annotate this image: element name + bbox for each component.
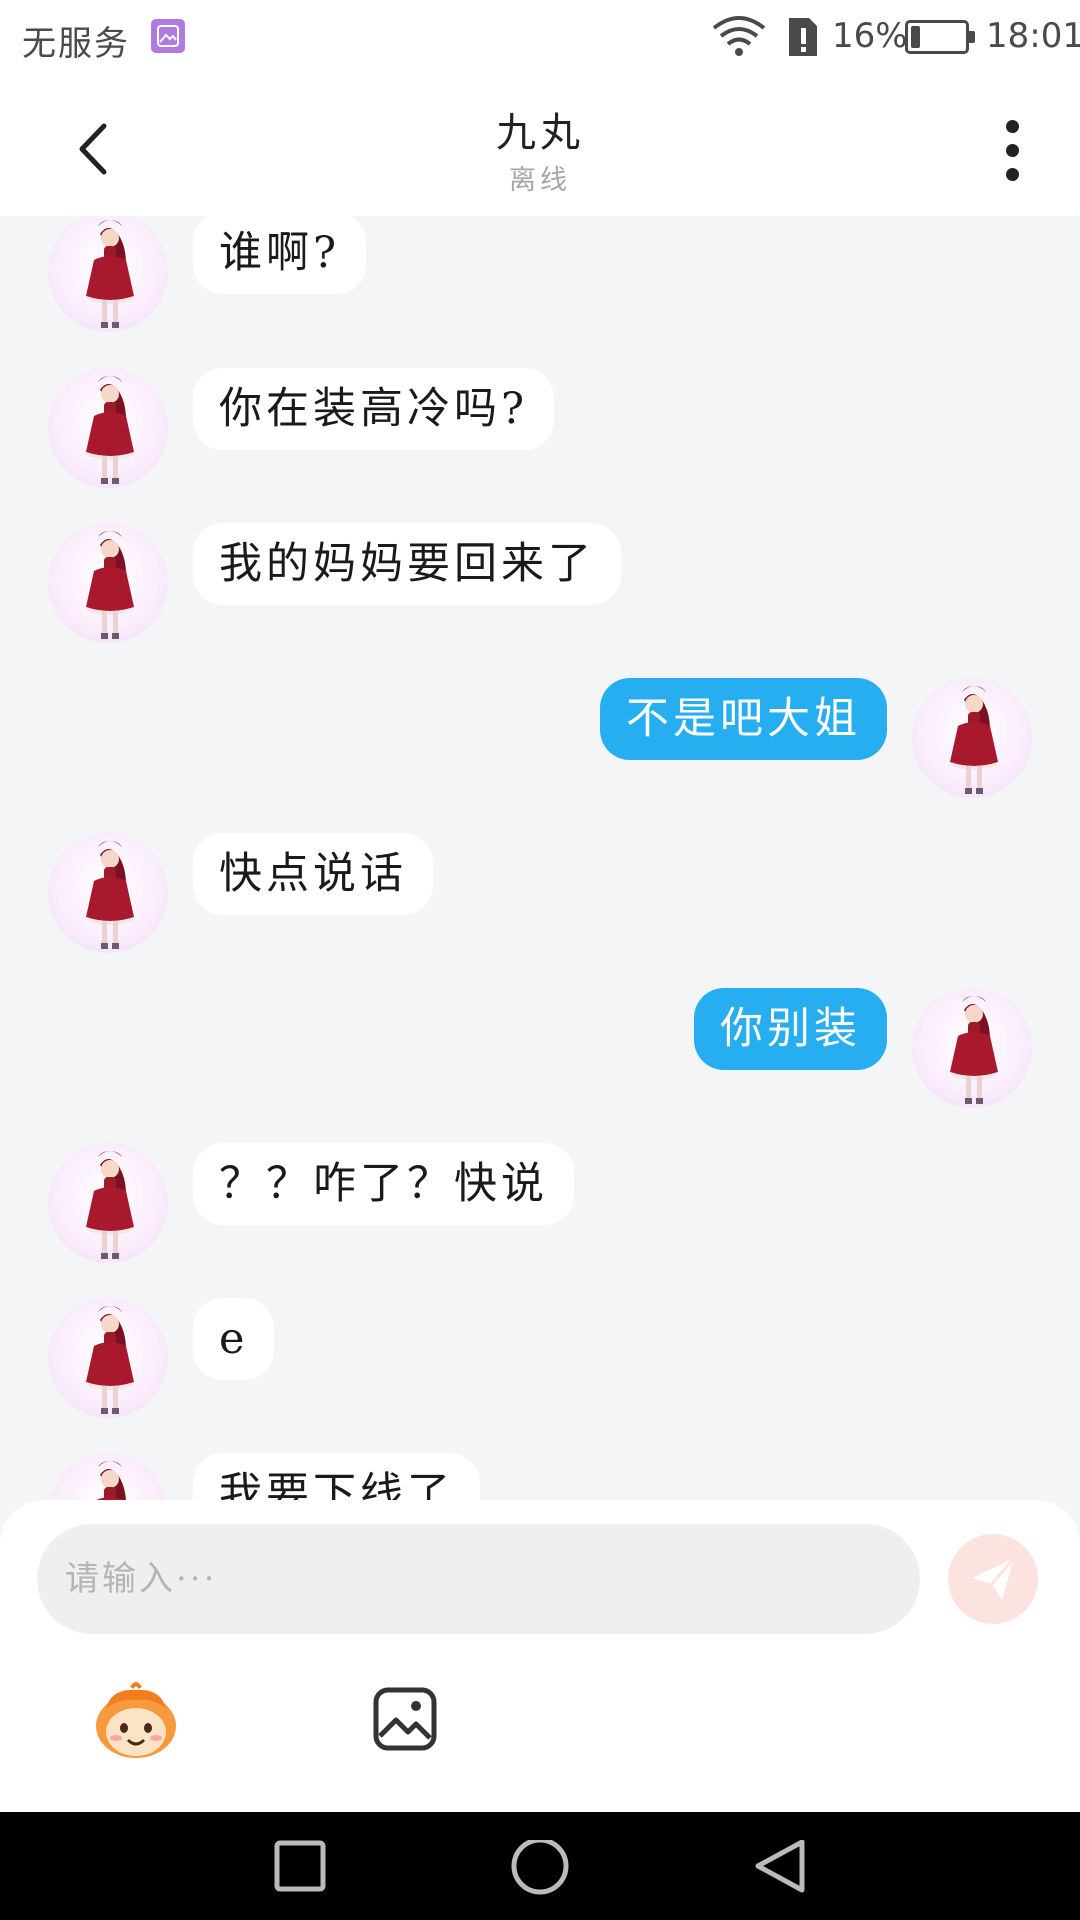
paper-plane-icon xyxy=(972,1557,1016,1600)
message-bubble[interactable]: ？？咋了？快说 xyxy=(193,1143,574,1225)
input-panel xyxy=(0,1500,1080,1812)
send-button[interactable] xyxy=(948,1534,1038,1624)
avatar[interactable] xyxy=(48,1453,168,1500)
contact-status: 离线 xyxy=(509,165,571,196)
avatar[interactable] xyxy=(48,833,168,953)
image-icon xyxy=(373,1687,437,1751)
image-button[interactable] xyxy=(372,1686,438,1752)
back-nav-button[interactable] xyxy=(752,1839,808,1900)
more-vertical-icon xyxy=(1006,120,1019,133)
avatar[interactable] xyxy=(912,988,1032,1108)
message-bubble[interactable]: 你在装高冷吗? xyxy=(193,368,555,450)
battery-icon xyxy=(905,20,975,54)
message-bubble[interactable]: 谁啊? xyxy=(193,216,367,294)
incoming-message: 谁啊? xyxy=(48,216,1032,332)
clock: 18:01 xyxy=(986,16,1080,56)
message-list[interactable]: 谁啊? 你在装高冷吗? 我的妈妈要回来了不是吧大姐 快点说话你别装 ？？咋了？快说 e 我… xyxy=(0,216,1080,1500)
message-bubble[interactable]: 快点说话 xyxy=(193,833,433,915)
wifi-icon xyxy=(710,14,768,67)
circle-icon xyxy=(511,1837,569,1895)
message-input[interactable] xyxy=(37,1524,920,1634)
recent-apps-button[interactable] xyxy=(274,1840,326,1896)
system-nav-bar xyxy=(0,1812,1080,1920)
more-options-button[interactable] xyxy=(998,116,1028,186)
battery-level xyxy=(911,26,921,48)
chat-header: 九丸 离线 xyxy=(0,76,1080,216)
incoming-message: 快点说话 xyxy=(48,833,1032,953)
battery-percent: 16% xyxy=(832,16,908,56)
avatar[interactable] xyxy=(48,216,168,332)
incoming-message: ？？咋了？快说 xyxy=(48,1143,1032,1263)
avatar[interactable] xyxy=(48,523,168,643)
message-bubble[interactable]: 我的妈妈要回来了 xyxy=(193,523,621,605)
message-bubble[interactable]: e xyxy=(193,1298,275,1380)
home-button[interactable] xyxy=(510,1837,570,1904)
sim-alert-icon xyxy=(785,14,821,69)
message-bubble[interactable]: 我要下线了 xyxy=(193,1453,480,1500)
outgoing-message: 不是吧大姐 xyxy=(48,678,1032,798)
emoji-button[interactable] xyxy=(92,1682,180,1762)
status-bar: 无服务 16% 18:01 xyxy=(0,0,1080,76)
avatar[interactable] xyxy=(912,678,1032,798)
carrier-label: 无服务 xyxy=(22,24,130,64)
incoming-message: e xyxy=(48,1298,1032,1418)
avatar[interactable] xyxy=(48,1298,168,1418)
gallery-notification-icon xyxy=(151,19,185,53)
contact-name: 九丸 xyxy=(496,110,584,156)
message-bubble[interactable]: 你别装 xyxy=(694,988,887,1070)
incoming-message: 我要下线了 xyxy=(48,1453,1032,1500)
square-icon xyxy=(274,1840,326,1892)
incoming-message: 我的妈妈要回来了 xyxy=(48,523,1032,643)
incoming-message: 你在装高冷吗? xyxy=(48,368,1032,488)
emoji-face-icon xyxy=(96,1682,176,1758)
outgoing-message: 你别装 xyxy=(48,988,1032,1108)
avatar[interactable] xyxy=(48,1143,168,1263)
avatar[interactable] xyxy=(48,368,168,488)
triangle-back-icon xyxy=(755,1839,805,1893)
message-bubble[interactable]: 不是吧大姐 xyxy=(600,678,887,760)
